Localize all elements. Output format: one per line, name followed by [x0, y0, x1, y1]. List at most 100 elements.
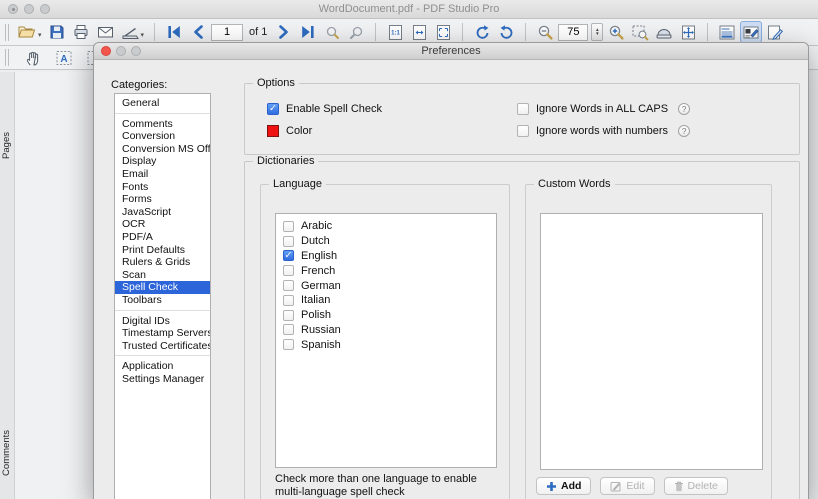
category-item[interactable]: Settings Manager: [115, 373, 210, 386]
zoom-level-input[interactable]: [558, 23, 589, 41]
pages-tab[interactable]: Pages: [1, 132, 12, 159]
spell-check-color-option[interactable]: Color: [267, 123, 517, 138]
edit-page-icon: [768, 25, 784, 40]
language-checkbox[interactable]: [283, 324, 294, 336]
category-item[interactable]: Rulers & Grids: [115, 256, 210, 269]
category-item[interactable]: Conversion MS Office: [115, 143, 210, 156]
category-item[interactable]: Digital IDs: [115, 315, 210, 328]
help-icon[interactable]: ?: [678, 102, 691, 115]
dialog-minimize-button[interactable]: [116, 46, 126, 56]
rotate-clockwise-button[interactable]: [471, 21, 493, 43]
fit-page-button[interactable]: [408, 21, 430, 43]
scanner-icon: [122, 27, 139, 39]
last-page-button[interactable]: [297, 21, 319, 43]
ignore-all-caps-option[interactable]: Ignore Words in ALL CAPS ?: [517, 101, 799, 116]
language-checkbox[interactable]: [283, 250, 294, 262]
category-item[interactable]: Fonts: [115, 181, 210, 194]
category-item[interactable]: Scan: [115, 269, 210, 282]
previous-view-button[interactable]: [321, 21, 343, 43]
next-view-button[interactable]: [345, 21, 367, 43]
language-label: Dutch: [301, 235, 330, 248]
edit-button[interactable]: Edit: [600, 477, 655, 495]
scan-button[interactable]: [119, 21, 147, 43]
dialog-zoom-button[interactable]: [131, 46, 141, 56]
category-item[interactable]: Conversion: [115, 130, 210, 143]
category-item[interactable]: PDF/A: [115, 231, 210, 244]
language-item[interactable]: French: [276, 263, 496, 278]
language-item[interactable]: Italian: [276, 293, 496, 308]
category-item[interactable]: JavaScript: [115, 206, 210, 219]
loupe-button[interactable]: [653, 21, 675, 43]
language-checkbox[interactable]: [283, 309, 294, 321]
category-item[interactable]: Display: [115, 155, 210, 168]
enable-spell-check-checkbox[interactable]: [267, 102, 279, 115]
ignore-numbers-checkbox[interactable]: [517, 124, 529, 137]
language-checkbox[interactable]: [283, 339, 294, 351]
language-item[interactable]: Spanish: [276, 337, 496, 352]
select-text-button[interactable]: A: [53, 47, 75, 69]
actual-size-button[interactable]: 1:1: [384, 21, 406, 43]
print-button[interactable]: [70, 21, 92, 43]
zoom-in-button[interactable]: [605, 21, 627, 43]
content-editing-button[interactable]: [740, 21, 763, 43]
window-close-button[interactable]: [8, 4, 18, 14]
language-item[interactable]: Dutch: [276, 234, 496, 249]
category-item[interactable]: Forms: [115, 193, 210, 206]
language-item[interactable]: Russian: [276, 323, 496, 338]
document-view-button[interactable]: [716, 21, 738, 43]
language-item[interactable]: Polish: [276, 308, 496, 323]
language-item[interactable]: German: [276, 278, 496, 293]
language-checkbox[interactable]: [283, 220, 294, 232]
toolbar-grip[interactable]: [5, 23, 9, 41]
category-item[interactable]: Timestamp Servers: [115, 327, 210, 340]
toolbar-grip[interactable]: [5, 49, 9, 66]
marquee-zoom-button[interactable]: [629, 21, 651, 43]
category-item[interactable]: Spell Check: [115, 281, 210, 294]
category-item[interactable]: Print Defaults: [115, 244, 210, 257]
language-checkbox[interactable]: [283, 235, 294, 247]
language-checkbox[interactable]: [283, 294, 294, 306]
zoom-out-button[interactable]: [534, 21, 556, 43]
page-number-input[interactable]: [211, 23, 244, 41]
options-group: Options Enable Spell Check Ignore Words …: [244, 77, 800, 155]
dialog-close-button[interactable]: [101, 46, 111, 56]
color-swatch[interactable]: [267, 124, 279, 137]
save-button[interactable]: [46, 21, 68, 43]
language-item[interactable]: Arabic: [276, 219, 496, 234]
comments-tab[interactable]: Comments: [1, 430, 12, 476]
ignore-all-caps-checkbox[interactable]: [517, 102, 529, 115]
window-minimize-button[interactable]: [24, 4, 34, 14]
category-item[interactable]: Toolbars: [115, 294, 210, 307]
help-icon[interactable]: ?: [678, 124, 691, 137]
category-item[interactable]: OCR: [115, 218, 210, 231]
custom-words-list[interactable]: [540, 213, 763, 470]
category-item[interactable]: Application: [115, 360, 210, 373]
category-item[interactable]: Email: [115, 168, 210, 181]
dialog-titlebar[interactable]: Preferences: [94, 43, 808, 60]
language-checkbox[interactable]: [283, 280, 294, 292]
zoom-stepper[interactable]: ▲ ▼: [591, 23, 604, 41]
rotate-counterclockwise-button[interactable]: [495, 21, 517, 43]
delete-button[interactable]: Delete: [663, 477, 728, 495]
add-button[interactable]: Add: [536, 477, 592, 495]
category-item[interactable]: Comments: [115, 118, 210, 131]
fit-width-button[interactable]: [432, 21, 454, 43]
first-page-button[interactable]: [163, 21, 185, 43]
email-button[interactable]: [94, 21, 117, 43]
open-button[interactable]: [15, 21, 44, 43]
language-checkbox[interactable]: [283, 265, 294, 277]
last-page-icon: [302, 26, 314, 38]
language-list[interactable]: Arabic DutchEnglish French German Italian Pol…: [275, 213, 497, 468]
category-item[interactable]: General: [115, 97, 210, 110]
enable-spell-check-option[interactable]: Enable Spell Check: [267, 101, 517, 116]
categories-list[interactable]: General Comments Conversion Conversion MS O…: [114, 93, 211, 499]
hand-tool-button[interactable]: [22, 47, 44, 69]
pan-and-zoom-button[interactable]: [677, 21, 699, 43]
previous-page-button[interactable]: [187, 21, 209, 43]
language-item[interactable]: English: [276, 249, 496, 264]
next-page-button[interactable]: [273, 21, 295, 43]
edit-page-button[interactable]: [764, 21, 786, 43]
ignore-numbers-option[interactable]: Ignore words with numbers ?: [517, 123, 799, 138]
category-item[interactable]: Trusted Certificates: [115, 340, 210, 353]
window-zoom-button[interactable]: [40, 4, 50, 14]
